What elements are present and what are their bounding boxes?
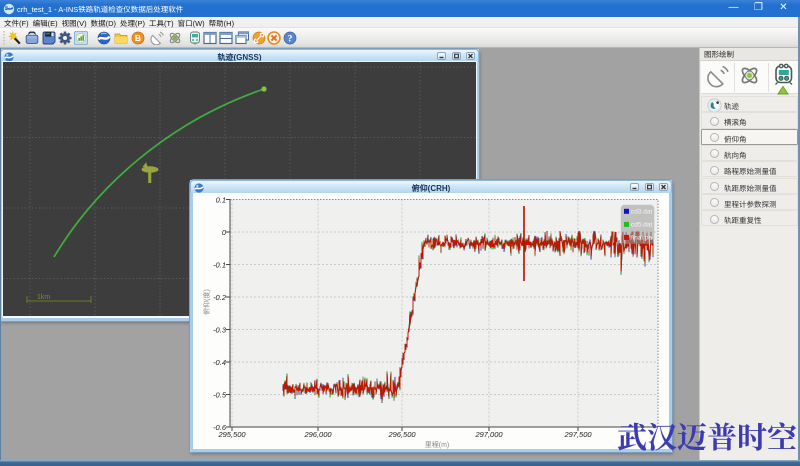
svg-text:-0.2: -0.2 (213, 293, 227, 302)
svg-text:297,500: 297,500 (563, 430, 592, 439)
svg-text:-0.5: -0.5 (213, 391, 227, 400)
svg-text:295,500: 295,500 (217, 430, 246, 439)
svg-text:-0.4: -0.4 (213, 358, 226, 367)
svg-text:俯仰(度): 俯仰(度) (203, 289, 211, 315)
svg-text:-0.3: -0.3 (213, 326, 227, 335)
svg-text:cd3.dat: cd3.dat (631, 209, 653, 216)
svg-text:?: ? (288, 34, 293, 44)
svg-text:里程(m): 里程(m) (425, 441, 450, 449)
svg-text:final.pa: final.pa (631, 235, 652, 242)
svg-text:0.1: 0.1 (216, 196, 226, 205)
svg-text:296,000: 296,000 (303, 430, 332, 439)
svg-text:cd5.dat: cd5.dat (631, 222, 653, 229)
svg-text:-0.1: -0.1 (213, 261, 226, 270)
svg-text:297,000: 297,000 (474, 430, 503, 439)
svg-text:B: B (135, 33, 141, 43)
svg-text:1km: 1km (37, 294, 50, 301)
svg-text:296,500: 296,500 (387, 430, 416, 439)
